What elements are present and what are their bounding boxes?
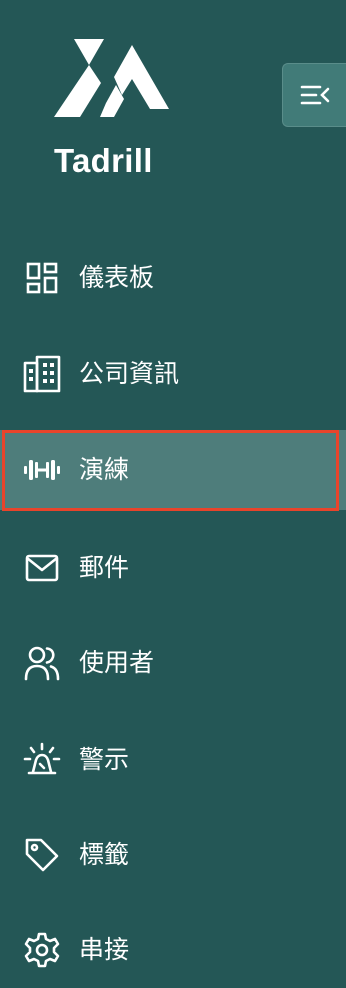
sidebar-item-mail[interactable]: 郵件	[0, 528, 346, 608]
menu-collapse-icon	[300, 85, 329, 105]
sidebar-item-label: 公司資訊	[79, 359, 180, 388]
brand-name: Tadrill	[54, 142, 153, 179]
sidebar-item-dashboard[interactable]: 儀表板	[0, 238, 346, 318]
sidebar-item-label: 串接	[79, 935, 130, 964]
building-icon	[23, 355, 61, 393]
tadrill-logo-mark-icon	[54, 39, 169, 117]
sidebar: Tadrill 儀表板 公司資訊 演練 郵件 使用者 警示 標籤 串接	[0, 0, 346, 988]
sidebar-item-label: 警示	[79, 745, 130, 774]
sidebar-item-label: 儀表板	[79, 263, 155, 292]
dumbbell-icon	[23, 451, 61, 489]
sidebar-item-tags[interactable]: 標籤	[0, 815, 346, 895]
dashboard-icon	[23, 259, 61, 297]
sidebar-item-drill[interactable]: 演練	[0, 430, 346, 510]
sidebar-item-alerts[interactable]: 警示	[0, 720, 346, 800]
gear-icon	[23, 931, 61, 969]
alarm-icon	[23, 741, 61, 779]
sidebar-item-label: 演練	[79, 455, 130, 484]
brand-logo[interactable]: Tadrill	[50, 36, 175, 186]
sidebar-item-label: 使用者	[79, 648, 155, 677]
tag-icon	[23, 836, 61, 874]
sidebar-item-integrations[interactable]: 串接	[0, 910, 346, 988]
collapse-sidebar-button[interactable]	[282, 63, 346, 127]
users-icon	[23, 644, 61, 682]
sidebar-item-label: 郵件	[79, 553, 130, 582]
mail-icon	[23, 549, 61, 587]
sidebar-item-label: 標籤	[79, 840, 130, 869]
sidebar-item-company-info[interactable]: 公司資訊	[0, 334, 346, 414]
sidebar-item-users[interactable]: 使用者	[0, 623, 346, 703]
